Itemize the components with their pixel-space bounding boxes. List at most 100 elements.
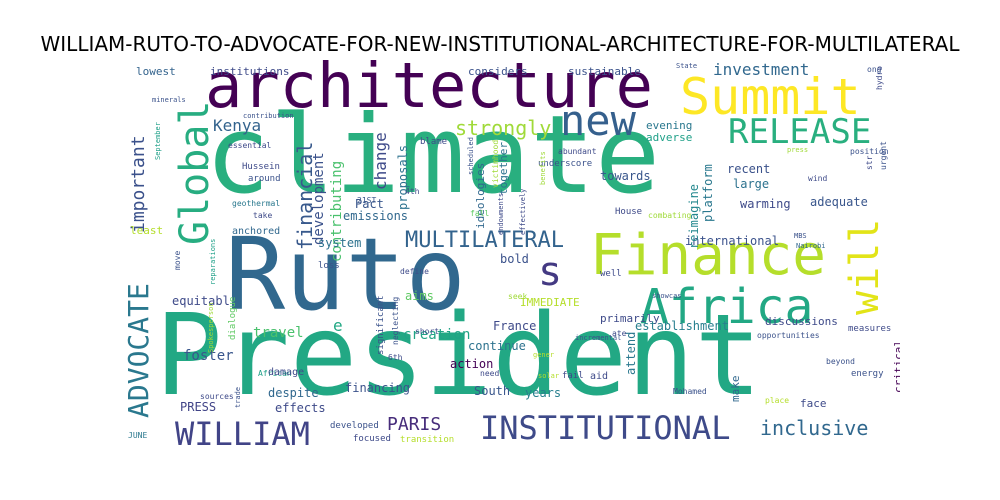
word: move xyxy=(173,250,182,270)
word: 4th xyxy=(405,187,420,196)
word: fail xyxy=(562,371,584,381)
word: beyond xyxy=(826,357,855,366)
word: despite xyxy=(268,386,319,400)
word: endowments xyxy=(497,192,505,235)
word: s xyxy=(538,249,563,295)
word: anchored xyxy=(232,226,281,237)
word: towards xyxy=(600,169,651,183)
word: effects xyxy=(275,401,326,415)
word: energy xyxy=(851,369,884,379)
word: urgent xyxy=(879,141,888,170)
word: Kenya xyxy=(213,116,262,135)
word: ADVOCATE xyxy=(126,283,155,418)
word: reparations xyxy=(209,238,217,285)
word: scheduled xyxy=(467,137,475,175)
word: discussions xyxy=(765,315,838,328)
word: make xyxy=(729,375,742,403)
word: September xyxy=(154,122,162,160)
word: around xyxy=(248,174,281,184)
word: e xyxy=(333,316,343,335)
word: will xyxy=(842,218,888,315)
word: South xyxy=(474,384,511,398)
word: recent xyxy=(727,162,771,176)
word: define xyxy=(400,267,429,276)
word: bold xyxy=(500,252,529,266)
word: IMMEDIATE xyxy=(520,296,580,309)
word: RELEASE xyxy=(728,112,872,152)
word: Nairobi xyxy=(796,242,826,250)
word: development xyxy=(311,152,327,245)
word: seek xyxy=(508,292,528,301)
word: transition xyxy=(400,435,455,445)
word: fall xyxy=(470,209,490,218)
word: attend xyxy=(624,331,638,375)
word-cloud: President climate Ruto architecture Finance A… xyxy=(126,60,900,448)
word: press xyxy=(787,146,809,154)
word: strongly xyxy=(455,116,552,140)
word: 6th xyxy=(388,353,403,362)
word: emissions xyxy=(343,209,409,223)
word: opportunities xyxy=(757,331,820,340)
word: geothermal xyxy=(232,199,281,208)
word: benefits xyxy=(539,151,547,185)
word: ong xyxy=(867,65,882,74)
word: adverse xyxy=(646,131,693,144)
word: change xyxy=(371,132,390,190)
word: equitabl xyxy=(172,294,230,308)
word: victimhood xyxy=(491,139,500,188)
word: years xyxy=(525,386,562,400)
word: contribution xyxy=(243,112,294,120)
word: Hussein xyxy=(242,162,280,172)
word: JUNE xyxy=(128,431,148,440)
word: well xyxy=(600,269,622,279)
word: aid xyxy=(590,371,609,382)
word: France xyxy=(493,319,537,333)
word: lowest xyxy=(136,65,176,78)
word: important xyxy=(128,135,149,233)
word: damage xyxy=(268,367,305,378)
word: combating xyxy=(648,211,692,220)
word: ideologies xyxy=(474,162,487,229)
word: PRESS xyxy=(180,400,217,414)
word: WILLIAM xyxy=(175,415,310,448)
word: critical xyxy=(892,340,900,393)
word: dialogue xyxy=(228,296,238,340)
word: abundant xyxy=(558,147,597,156)
word: face xyxy=(800,397,827,410)
figure: WILLIAM-RUTO-TO-ADVOCATE-FOR-NEW-INSTITU… xyxy=(0,0,1000,500)
word: significant xyxy=(376,295,386,355)
word: trade xyxy=(234,386,242,408)
word: investment xyxy=(713,60,810,79)
word: platform xyxy=(701,164,715,222)
word: solar xyxy=(538,372,560,380)
word: system xyxy=(318,236,362,250)
word: State xyxy=(676,62,698,70)
word: Spokesperson xyxy=(207,302,215,353)
word: continue xyxy=(468,339,526,353)
word: need xyxy=(480,369,500,378)
word: 21ST xyxy=(357,196,377,205)
word: wind xyxy=(808,174,828,183)
word: MULTILATERAL xyxy=(405,228,564,253)
word: financing xyxy=(345,381,411,395)
word: evening xyxy=(646,119,693,132)
word: House xyxy=(615,207,643,217)
word: aims xyxy=(405,289,434,303)
word: take xyxy=(253,211,273,220)
word: inclusive xyxy=(760,416,869,440)
word: place xyxy=(765,396,790,405)
word: str xyxy=(865,155,874,170)
word: sustainable xyxy=(568,65,641,78)
word: large xyxy=(733,177,770,191)
word: proposals xyxy=(396,144,410,210)
word: institutions xyxy=(210,65,290,78)
word: focused xyxy=(353,434,391,444)
word: MBS xyxy=(794,232,807,240)
word: Global xyxy=(172,100,218,246)
word: Mohamed xyxy=(673,387,707,396)
figure-title: WILLIAM-RUTO-TO-ADVOCATE-FOR-NEW-INSTITU… xyxy=(40,32,960,56)
word: gener xyxy=(533,351,555,359)
word: INSTITUTIONAL xyxy=(480,409,731,447)
word: developed xyxy=(330,421,379,431)
word: minerals xyxy=(152,96,186,104)
